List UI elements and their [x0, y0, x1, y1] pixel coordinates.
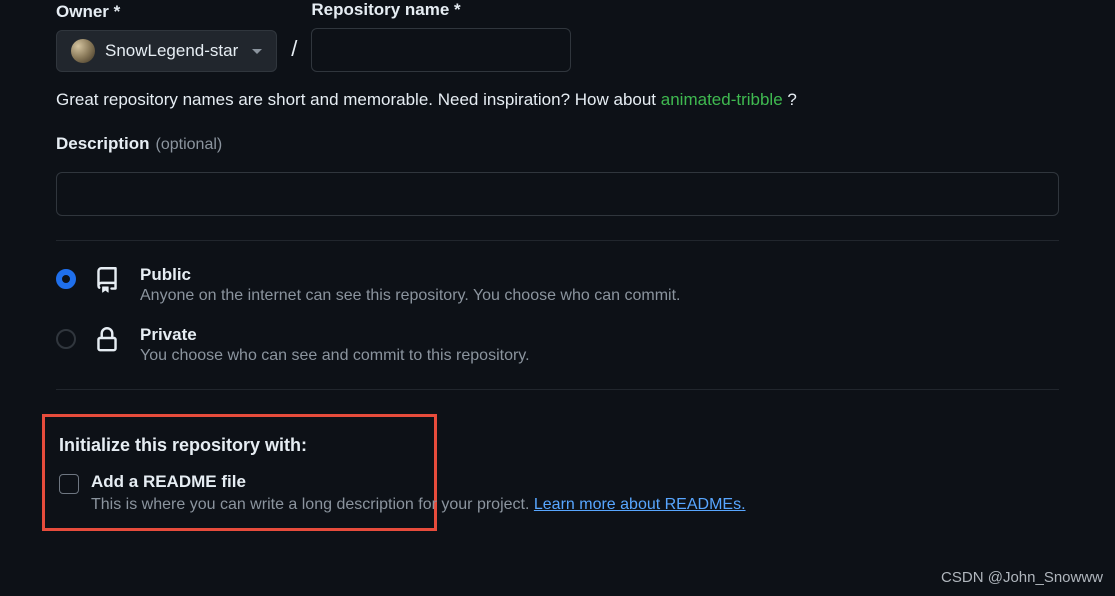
- public-desc: Anyone on the internet can see this repo…: [140, 287, 680, 305]
- suggestion-link[interactable]: animated-tribble: [661, 90, 783, 109]
- readme-checkbox[interactable]: [59, 474, 79, 494]
- visibility-private-option[interactable]: Private You choose who can see and commi…: [56, 325, 1059, 365]
- description-label: Description: [56, 134, 150, 154]
- owner-label: Owner *: [56, 2, 277, 22]
- repo-name-input[interactable]: [311, 28, 571, 72]
- divider: [56, 389, 1059, 390]
- private-title: Private: [140, 325, 530, 345]
- slash-separator: /: [285, 36, 303, 72]
- public-title: Public: [140, 265, 680, 285]
- readme-learn-more-link[interactable]: Learn more about READMEs.: [534, 496, 746, 513]
- lock-icon: [94, 327, 122, 358]
- readme-desc-text: This is where you can write a long descr…: [91, 496, 534, 513]
- owner-select[interactable]: SnowLegend-star: [56, 30, 277, 72]
- highlight-box: Initialize this repository with: Add a R…: [42, 414, 437, 531]
- owner-name: SnowLegend-star: [105, 41, 238, 61]
- optional-label: (optional): [156, 136, 223, 154]
- watermark: CSDN @John_Snowww: [941, 569, 1103, 586]
- hint-suffix: ?: [783, 90, 797, 109]
- repo-icon: [94, 267, 122, 298]
- radio-public[interactable]: [56, 269, 76, 289]
- radio-private[interactable]: [56, 329, 76, 349]
- repo-name-label: Repository name *: [311, 0, 571, 20]
- hint-text: Great repository names are short and mem…: [56, 90, 1059, 110]
- divider: [56, 240, 1059, 241]
- hint-prefix: Great repository names are short and mem…: [56, 90, 661, 109]
- description-input[interactable]: [56, 172, 1059, 216]
- readme-desc: This is where you can write a long descr…: [91, 496, 746, 514]
- visibility-public-option[interactable]: Public Anyone on the internet can see th…: [56, 265, 1059, 305]
- private-desc: You choose who can see and commit to thi…: [140, 347, 530, 365]
- readme-title: Add a README file: [91, 472, 746, 492]
- init-title: Initialize this repository with:: [59, 435, 420, 456]
- avatar: [71, 39, 95, 63]
- chevron-down-icon: [252, 49, 262, 54]
